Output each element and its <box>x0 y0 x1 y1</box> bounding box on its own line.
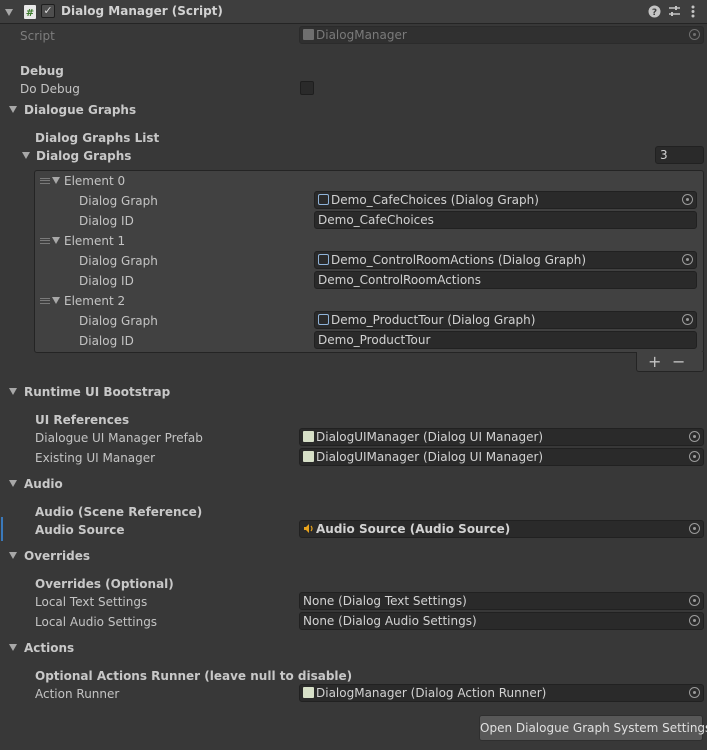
dialogue-graphs-foldout-icon[interactable] <box>9 106 17 113</box>
dialog-graphs-count-field[interactable]: 3 <box>655 146 704 164</box>
dialog-graphs-label[interactable]: Dialog Graphs <box>36 148 131 164</box>
element-foldout-icon[interactable] <box>52 297 60 304</box>
object-picker-icon[interactable] <box>689 431 700 442</box>
ui-references-header: UI References <box>35 413 130 427</box>
component-enabled-checkbox[interactable]: ✓ <box>41 4 55 18</box>
object-picker-icon[interactable] <box>689 615 700 626</box>
component-title: Dialog Manager (Script) <box>61 4 223 18</box>
runtime-ui-header[interactable]: Runtime UI Bootstrap <box>24 384 170 400</box>
graph-asset-icon <box>318 194 329 205</box>
overrides-header[interactable]: Overrides <box>24 548 90 564</box>
existing-ui-manager-label: Existing UI Manager <box>35 451 156 465</box>
presets-icon[interactable] <box>668 5 681 18</box>
local-text-settings-label: Local Text Settings <box>35 595 148 609</box>
element-foldout-icon[interactable] <box>52 177 60 184</box>
actions-foldout-icon[interactable] <box>9 644 17 651</box>
audio-source-icon <box>304 524 313 533</box>
ui-manager-prefab-label: Dialogue UI Manager Prefab <box>35 431 203 445</box>
dialog-graphs-foldout-icon[interactable] <box>22 152 30 159</box>
script-icon: # <box>24 5 36 19</box>
dialog-id-label: Dialog ID <box>79 334 134 348</box>
script-value: DialogManager <box>316 28 407 42</box>
graph-asset-icon <box>318 254 329 265</box>
object-picker-icon[interactable] <box>689 595 700 606</box>
dialog-id-field[interactable]: Demo_CafeChoices <box>314 211 697 229</box>
local-audio-settings-label: Local Audio Settings <box>35 615 158 629</box>
audio-source-value: Audio Source (Audio Source) <box>316 522 511 536</box>
overrides-foldout-icon[interactable] <box>9 552 17 559</box>
object-picker-icon[interactable] <box>682 314 693 325</box>
object-picker-icon[interactable] <box>689 451 700 462</box>
dialog-graph-field[interactable]: Demo_ControlRoomActions (Dialog Graph) <box>314 251 697 269</box>
dialog-id-label: Dialog ID <box>79 214 134 228</box>
component-foldout-icon[interactable] <box>5 9 13 16</box>
dialog-graph-value: Demo_ControlRoomActions (Dialog Graph) <box>331 253 587 267</box>
audio-source-field[interactable]: Audio Source (Audio Source) <box>299 520 704 538</box>
dialog-graph-field[interactable]: Demo_ProductTour (Dialog Graph) <box>314 311 697 329</box>
drag-handle-icon[interactable] <box>40 178 50 184</box>
object-picker-icon[interactable] <box>689 523 700 534</box>
object-picker-icon[interactable] <box>689 29 700 40</box>
local-text-settings-field[interactable]: None (Dialog Text Settings) <box>299 592 704 610</box>
audio-header[interactable]: Audio <box>24 476 63 492</box>
list-footer: + − <box>636 352 704 372</box>
help-icon[interactable]: ? <box>648 5 661 18</box>
existing-ui-manager-value: DialogUIManager (Dialog UI Manager) <box>316 450 544 464</box>
ui-manager-prefab-value: DialogUIManager (Dialog UI Manager) <box>316 430 544 444</box>
ui-manager-prefab-field[interactable]: DialogUIManager (Dialog UI Manager) <box>299 428 704 446</box>
graph-asset-icon <box>318 314 329 325</box>
element-label[interactable]: Element 1 <box>64 233 125 249</box>
dialog-id-field[interactable]: Demo_ProductTour <box>314 331 697 349</box>
open-settings-button[interactable]: Open Dialogue Graph System Settings <box>479 715 707 741</box>
dialog-graph-label: Dialog Graph <box>79 314 158 328</box>
element-foldout-icon[interactable] <box>52 237 60 244</box>
drag-handle-icon[interactable] <box>40 298 50 304</box>
dialog-graph-value: Demo_CafeChoices (Dialog Graph) <box>331 193 539 207</box>
action-runner-field[interactable]: DialogManager (Dialog Action Runner) <box>299 684 704 702</box>
object-picker-icon[interactable] <box>682 194 693 205</box>
dialogue-graphs-header[interactable]: Dialogue Graphs <box>24 102 136 118</box>
element-label[interactable]: Element 0 <box>64 173 125 189</box>
dialog-id-label: Dialog ID <box>79 274 134 288</box>
add-element-button[interactable]: + <box>648 352 661 371</box>
do-debug-label: Do Debug <box>20 82 80 96</box>
audio-foldout-icon[interactable] <box>9 480 17 487</box>
script-field: DialogManager <box>299 26 704 44</box>
audio-scene-reference-header: Audio (Scene Reference) <box>35 505 203 519</box>
local-audio-settings-field[interactable]: None (Dialog Audio Settings) <box>299 612 704 630</box>
element-label[interactable]: Element 2 <box>64 293 125 309</box>
runtime-ui-foldout-icon[interactable] <box>9 388 17 395</box>
script-asset-icon <box>303 687 314 698</box>
script-asset-icon <box>303 451 314 462</box>
do-debug-checkbox[interactable] <box>300 81 314 95</box>
remove-element-button[interactable]: − <box>672 352 685 371</box>
modified-indicator <box>1 517 3 541</box>
context-menu-icon[interactable] <box>690 4 696 19</box>
script-asset-icon <box>303 431 314 442</box>
local-audio-settings-value: None (Dialog Audio Settings) <box>303 614 477 628</box>
audio-source-label: Audio Source <box>35 523 125 537</box>
debug-header: Debug <box>20 64 64 78</box>
component-header: # ✓ Dialog Manager (Script) ? <box>0 0 707 24</box>
svg-text:?: ? <box>652 8 657 18</box>
script-label: Script <box>20 29 55 43</box>
dialog-graph-field[interactable]: Demo_CafeChoices (Dialog Graph) <box>314 191 697 209</box>
svg-text:#: # <box>26 8 34 19</box>
dialog-graph-label: Dialog Graph <box>79 194 158 208</box>
actions-runner-header: Optional Actions Runner (leave null to d… <box>35 669 353 683</box>
existing-ui-manager-field[interactable]: DialogUIManager (Dialog UI Manager) <box>299 448 704 466</box>
local-text-settings-value: None (Dialog Text Settings) <box>303 594 467 608</box>
drag-handle-icon[interactable] <box>40 238 50 244</box>
object-picker-icon[interactable] <box>689 687 700 698</box>
dialog-graph-value: Demo_ProductTour (Dialog Graph) <box>331 313 536 327</box>
action-runner-value: DialogManager (Dialog Action Runner) <box>316 686 547 700</box>
action-runner-label: Action Runner <box>35 687 120 701</box>
object-picker-icon[interactable] <box>682 254 693 265</box>
dialog-graph-label: Dialog Graph <box>79 254 158 268</box>
dialog-graphs-list-header: Dialog Graphs List <box>35 131 160 145</box>
dialog-id-field[interactable]: Demo_ControlRoomActions <box>314 271 697 289</box>
actions-header[interactable]: Actions <box>24 640 74 656</box>
overrides-optional-header: Overrides (Optional) <box>35 577 174 591</box>
script-file-icon <box>303 29 314 40</box>
